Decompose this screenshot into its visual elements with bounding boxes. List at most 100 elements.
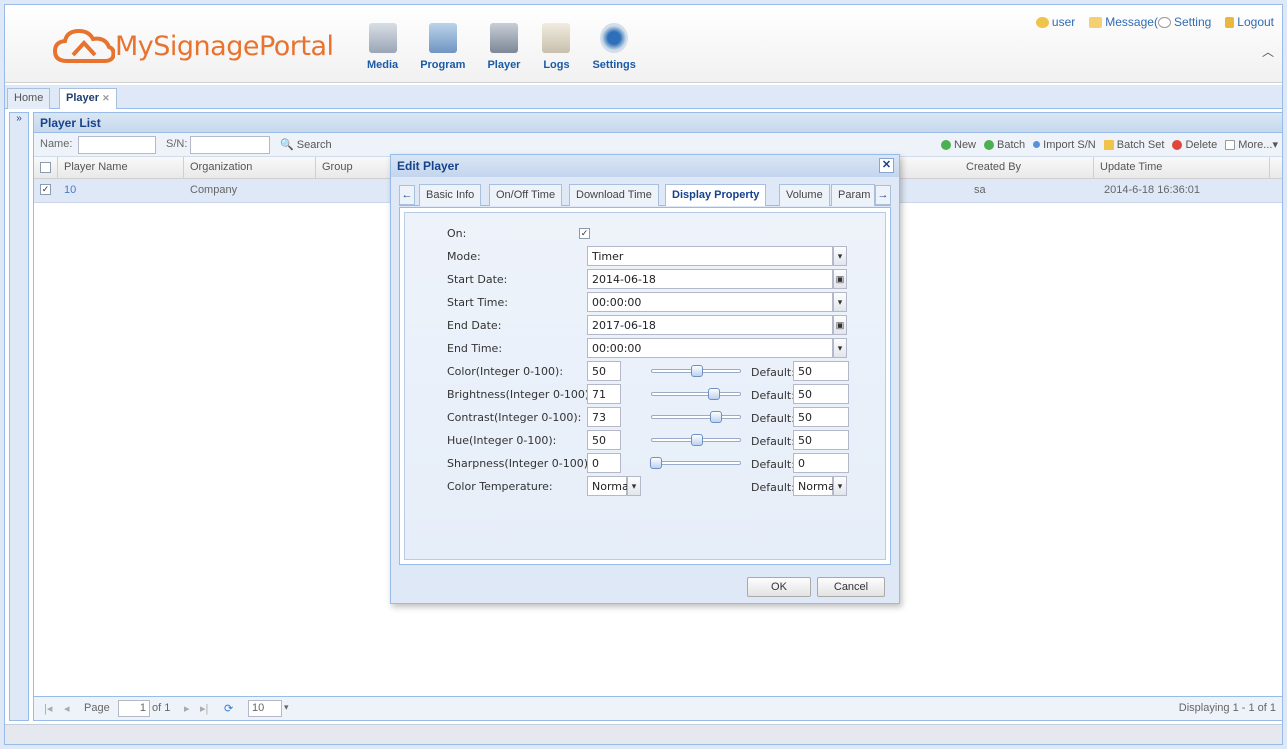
panel-title: Player List [34,113,1282,133]
dialog-title: Edit Player ✕ [391,155,899,177]
message-link[interactable]: Message( [1089,15,1158,29]
color-default-input[interactable]: 50 [793,361,849,381]
delete-button[interactable]: Delete [1172,138,1217,151]
temperature-default-chevron-icon[interactable]: ▾ [833,476,847,496]
import-button[interactable]: Import S/N [1033,138,1096,151]
tab-scroll-left-icon[interactable]: ← [399,185,415,205]
setting-link[interactable]: Setting [1157,15,1211,29]
new-button[interactable]: New [941,138,976,151]
display-property-form: On: ✓ Mode: Timer ▾ Start Date: 2014-06-… [404,212,886,560]
tab-display-property[interactable]: Display Property [665,184,767,206]
tab-scroll-right-icon[interactable]: → [875,185,891,205]
hue-slider[interactable] [651,434,741,446]
first-page-icon[interactable]: |◂ [44,702,52,715]
cell-created-by: sa [974,184,986,196]
end-time-select[interactable]: 00:00:00 [587,338,833,358]
nav-program[interactable]: Program [420,23,465,71]
add-batch-icon [984,139,995,150]
chevron-up-icon[interactable]: ︿ [1262,43,1274,60]
tab-player[interactable]: Player ✕ [59,88,117,109]
contrast-slider[interactable] [651,411,741,423]
name-input[interactable] [78,136,156,154]
user-link[interactable]: user [1035,15,1075,29]
last-page-icon[interactable]: ▸| [200,702,208,715]
page-input[interactable]: 1 [118,700,150,717]
prev-page-icon[interactable]: ◂ [64,702,70,715]
brightness-default-label: Default: [751,389,795,402]
sharpness-slider[interactable] [650,457,741,469]
col-created-by[interactable]: Created By [960,157,1094,179]
refresh-icon[interactable]: ⟳ [224,702,233,715]
tab-download-time[interactable]: Download Time [569,184,659,206]
sharpness-default-input[interactable]: 0 [793,453,849,473]
tab-close-icon[interactable]: ✕ [102,93,110,103]
nav-media[interactable]: Media [367,23,398,71]
page-of-label: of 1 [152,702,171,714]
sn-input[interactable] [190,136,270,154]
start-date-label: Start Date: [447,273,508,286]
sharpness-input[interactable]: 0 [587,453,621,473]
nav-logs[interactable]: Logs [542,23,571,71]
end-time-chevron-icon[interactable]: ▾ [833,338,847,358]
brightness-input[interactable]: 71 [587,384,621,404]
color-slider[interactable] [651,365,741,377]
program-icon [428,23,457,53]
col-update-time[interactable]: Update Time [1094,157,1270,179]
temperature-default-select[interactable]: Normal [793,476,838,496]
on-checkbox[interactable]: ✓ [579,226,590,240]
nav-settings[interactable]: Settings [592,23,636,71]
calendar-icon[interactable]: ▣ [833,315,847,335]
color-temperature-select[interactable]: Normal [587,476,632,496]
batch-set-button[interactable]: Batch Set [1103,138,1164,151]
contrast-default-input[interactable]: 50 [793,407,849,427]
hue-input[interactable]: 50 [587,430,621,450]
player-icon [489,23,518,53]
name-label: Name: [40,138,73,150]
contrast-slider-thumb[interactable] [710,411,722,423]
start-time-select[interactable]: 00:00:00 [587,292,833,312]
next-page-icon[interactable]: ▸ [184,702,190,715]
col-group[interactable]: Group [316,157,396,179]
ok-button[interactable]: OK [747,577,811,597]
logo: MySignagePortal [53,27,334,65]
close-icon[interactable]: ✕ [879,158,894,173]
nav-player[interactable]: Player [487,23,520,71]
page-size-select[interactable]: 10 [248,700,282,717]
hue-default-input[interactable]: 50 [793,430,849,450]
row-checkbox[interactable]: ✓ [40,183,51,195]
col-player-name[interactable]: Player Name [58,157,184,179]
new-label: New [954,138,977,151]
user-menu: user Message( Setting Logout [1022,15,1274,29]
sidebar-expand[interactable]: » [9,112,29,721]
col-organization[interactable]: Organization [184,157,316,179]
search-button[interactable]: 🔍 Search [280,138,332,151]
mode-select[interactable]: Timer [587,246,833,266]
color-slider-thumb[interactable] [691,365,703,377]
calendar-icon[interactable]: ▣ [833,269,847,289]
start-date-field[interactable]: 2014-06-18 [587,269,833,289]
brightness-slider[interactable] [651,388,741,400]
logout-link[interactable]: Logout [1225,15,1274,29]
color-input[interactable]: 50 [587,361,621,381]
tab-param[interactable]: Param [831,184,875,206]
tab-basic-info[interactable]: Basic Info [419,184,482,206]
tab-on-off-time[interactable]: On/Off Time [489,184,563,206]
tab-home[interactable]: Home [7,88,51,109]
mode-chevron-icon[interactable]: ▾ [833,246,847,266]
sharpness-slider-thumb[interactable] [650,457,662,469]
cell-player-name[interactable]: 10 [64,184,76,196]
brightness-slider-thumb[interactable] [708,388,720,400]
envelope-icon [1089,16,1103,28]
batch-button[interactable]: Batch [984,138,1025,151]
brightness-default-input[interactable]: 50 [793,384,849,404]
page-size-chevron-icon[interactable]: ▾ [284,702,289,713]
cancel-button[interactable]: Cancel [817,577,885,597]
tab-volume[interactable]: Volume [779,184,830,206]
color-temperature-chevron-icon[interactable]: ▾ [627,476,641,496]
hue-slider-thumb[interactable] [691,434,703,446]
select-all-checkbox[interactable] [34,157,58,179]
more-button[interactable]: More... ▾ [1225,138,1278,151]
contrast-input[interactable]: 73 [587,407,621,427]
end-date-field[interactable]: 2017-06-18 [587,315,833,335]
start-time-chevron-icon[interactable]: ▾ [833,292,847,312]
